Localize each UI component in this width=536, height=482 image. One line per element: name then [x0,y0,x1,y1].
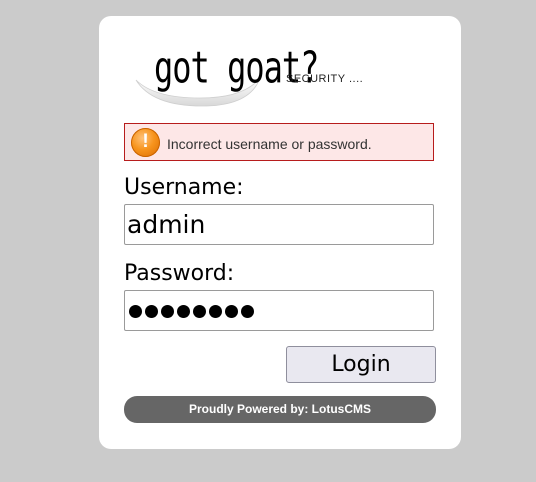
password-mask-dot [209,305,222,318]
username-field[interactable]: admin [124,204,434,245]
password-mask-dot [225,305,238,318]
password-mask-dot [177,305,190,318]
username-value: admin [127,210,206,239]
password-mask-dot [193,305,206,318]
password-mask-dot [241,305,254,318]
username-label: Username: [124,175,244,200]
password-label: Password: [124,261,235,286]
password-field[interactable] [124,290,434,331]
error-alert: ! Incorrect username or password. [124,123,434,161]
password-mask-dot [145,305,158,318]
warning-icon: ! [131,128,160,157]
warning-icon-glyph: ! [142,131,149,152]
password-mask-dot [129,305,142,318]
password-mask-dot [161,305,174,318]
security-tagline: SECURITY .... [286,73,364,85]
powered-by-footer: Proudly Powered by: LotusCMS [124,396,436,423]
logo-text: got goat? [154,42,319,94]
error-message: Incorrect username or password. [167,136,372,152]
logo: got goat? [132,40,319,108]
login-button[interactable]: Login [286,346,436,383]
password-mask [129,305,254,318]
